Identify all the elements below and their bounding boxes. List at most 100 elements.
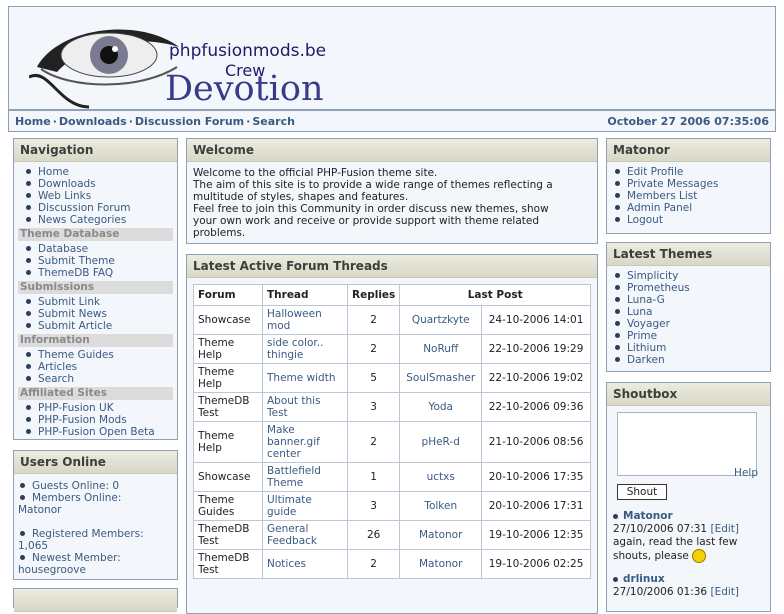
- nav-item-discussion-forum[interactable]: Discussion Forum: [24, 202, 173, 214]
- thread-link[interactable]: Notices: [262, 549, 348, 579]
- last-post-user-link-line[interactable]: SoulSmasher: [404, 372, 477, 384]
- section-heading-information: Information: [18, 334, 173, 347]
- member-online-name[interactable]: Matonor: [18, 504, 173, 516]
- nav-item-downloads[interactable]: Downloads: [24, 178, 173, 190]
- forum-cell-line: Theme: [198, 366, 235, 378]
- theme-item[interactable]: Luna: [613, 306, 764, 318]
- shout-edit-link[interactable]: [Edit]: [710, 523, 739, 535]
- theme-item[interactable]: Voyager: [613, 318, 764, 330]
- thread-link[interactable]: About this Test: [262, 392, 348, 422]
- shout-button[interactable]: Shout: [617, 484, 667, 500]
- thread-link-line[interactable]: General: [267, 523, 343, 535]
- information-list: Theme Guides Articles Search: [18, 349, 173, 385]
- last-post-user-link[interactable]: Matonor: [399, 520, 483, 550]
- nav-item-php-fusion-open-beta[interactable]: PHP-Fusion Open Beta: [24, 426, 173, 438]
- last-post-date: 24-10-2006 14:01: [481, 305, 591, 335]
- nav-item-submit-link[interactable]: Submit Link: [24, 296, 173, 308]
- shout-author[interactable]: Matonor: [623, 510, 673, 522]
- last-post-user-link[interactable]: NoRuff: [399, 334, 483, 364]
- welcome-line: Welcome to the official PHP-Fusion theme…: [193, 167, 438, 179]
- nav-link-search[interactable]: Search: [252, 115, 295, 128]
- last-post-user-link-line[interactable]: Matonor: [404, 529, 477, 541]
- thread-link-line[interactable]: Test: [267, 407, 343, 419]
- nav-item-news-categories[interactable]: News Categories: [24, 214, 173, 226]
- nav-item-php-fusion-mods[interactable]: PHP-Fusion Mods: [24, 414, 173, 426]
- thread-link-line[interactable]: banner.gif: [267, 436, 343, 448]
- nav-item-articles[interactable]: Articles: [24, 361, 173, 373]
- thread-link-line[interactable]: side color..: [267, 337, 343, 349]
- last-post-user-link-line[interactable]: uctxs: [404, 471, 477, 483]
- theme-item[interactable]: Darken: [613, 354, 764, 366]
- thread-link-line[interactable]: mod: [267, 320, 343, 332]
- last-post-user-link-line[interactable]: Matonor: [404, 558, 477, 570]
- last-post-user-link[interactable]: Tolken: [399, 491, 483, 521]
- thread-link-line[interactable]: thingie: [267, 349, 343, 361]
- last-post-user-link-line[interactable]: Quartzkyte: [404, 314, 477, 326]
- thread-link[interactable]: Ultimate guide: [262, 491, 348, 521]
- last-post-date-line: 21-10-2006 08:56: [488, 436, 584, 448]
- private-messages-link[interactable]: Private Messages: [613, 178, 764, 190]
- last-post-user-link-line[interactable]: pHeR-d: [404, 436, 477, 448]
- edit-profile-link[interactable]: Edit Profile: [613, 166, 764, 178]
- shout-edit-link[interactable]: [Edit]: [710, 586, 739, 598]
- thread-link-line[interactable]: Make: [267, 424, 343, 436]
- forum-cell-line: Help: [198, 442, 222, 454]
- nav-item-submit-news[interactable]: Submit News: [24, 308, 173, 320]
- nav-link-forum[interactable]: Discussion Forum: [135, 115, 244, 128]
- shout-help-link[interactable]: Help: [734, 467, 758, 479]
- last-post-user-link[interactable]: uctxs: [399, 462, 483, 492]
- thread-link-line[interactable]: Feedback: [267, 535, 343, 547]
- replies-cell-line: 2: [370, 436, 377, 448]
- forum-cell-line: Guides: [198, 506, 235, 518]
- thread-link[interactable]: Make banner.gif center: [262, 421, 348, 463]
- last-post-user-link[interactable]: Quartzkyte: [399, 305, 483, 335]
- table-header-row: Forum Thread Replies Last Post: [193, 284, 591, 306]
- last-post-user-link[interactable]: Matonor: [399, 549, 483, 579]
- nav-link-home[interactable]: Home: [15, 115, 51, 128]
- theme-item[interactable]: Luna-G: [613, 294, 764, 306]
- last-post-user-link[interactable]: pHeR-d: [399, 421, 483, 463]
- nav-item-theme-guides[interactable]: Theme Guides: [24, 349, 173, 361]
- logout-link[interactable]: Logout: [613, 214, 764, 226]
- nav-item-web-links[interactable]: Web Links: [24, 190, 173, 202]
- thread-link-line[interactable]: Theme: [267, 477, 343, 489]
- nav-item-submit-theme[interactable]: Submit Theme: [24, 255, 173, 267]
- nav-item-submit-article[interactable]: Submit Article: [24, 320, 173, 332]
- last-post-user-link-line[interactable]: Yoda: [404, 401, 477, 413]
- admin-panel-link[interactable]: Admin Panel: [613, 202, 764, 214]
- replies-cell-line: 5: [370, 372, 377, 384]
- theme-item[interactable]: Simplicity: [613, 270, 764, 282]
- last-post-user-link-line[interactable]: Tolken: [404, 500, 477, 512]
- thread-link[interactable]: side color.. thingie: [262, 334, 348, 364]
- thread-link-line[interactable]: center: [267, 448, 343, 460]
- thread-link-line[interactable]: Notices: [267, 558, 343, 570]
- thread-link[interactable]: General Feedback: [262, 520, 348, 550]
- nav-item-php-fusion-uk[interactable]: PHP-Fusion UK: [24, 402, 173, 414]
- theme-item[interactable]: Prime: [613, 330, 764, 342]
- thread-link-line[interactable]: About this: [267, 395, 343, 407]
- last-post-user-link-line[interactable]: NoRuff: [404, 343, 477, 355]
- nav-link-downloads[interactable]: Downloads: [59, 115, 127, 128]
- nav-item-themedb-faq[interactable]: ThemeDB FAQ: [24, 267, 173, 279]
- nav-item-home[interactable]: Home: [24, 166, 173, 178]
- replies-cell-line: 2: [370, 314, 377, 326]
- theme-item[interactable]: Lithium: [613, 342, 764, 354]
- thread-link-line[interactable]: Battlefield: [267, 465, 343, 477]
- thread-link-line[interactable]: Theme width: [267, 372, 343, 384]
- thread-link-line[interactable]: guide: [267, 506, 343, 518]
- thread-link[interactable]: Theme width: [262, 363, 348, 393]
- members-list-link[interactable]: Members List: [613, 190, 764, 202]
- thread-link-line[interactable]: Halloween: [267, 308, 343, 320]
- last-post-user-link[interactable]: Yoda: [399, 392, 483, 422]
- forum-cell-line: Theme: [198, 494, 235, 506]
- nav-item-search[interactable]: Search: [24, 373, 173, 385]
- last-post-user-link[interactable]: SoulSmasher: [399, 363, 483, 393]
- thread-link-line[interactable]: Ultimate: [267, 494, 343, 506]
- thread-link[interactable]: Battlefield Theme: [262, 462, 348, 492]
- newest-member-name[interactable]: housegroove: [18, 564, 173, 576]
- thread-link[interactable]: Halloween mod: [262, 305, 348, 335]
- shout-author[interactable]: drlinux: [623, 573, 665, 585]
- last-post-date: 20-10-2006 17:35: [481, 462, 591, 492]
- theme-item[interactable]: Prometheus: [613, 282, 764, 294]
- nav-item-database[interactable]: Database: [24, 243, 173, 255]
